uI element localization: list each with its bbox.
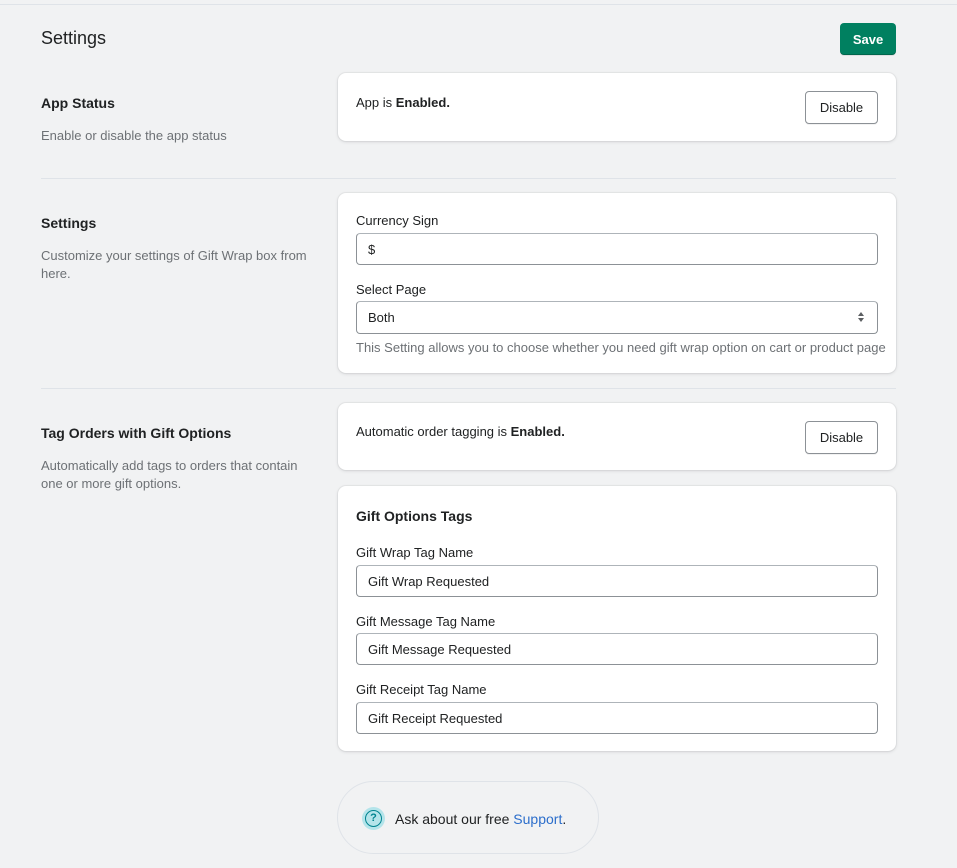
gift-message-tag-label: Gift Message Tag Name [356, 614, 496, 629]
settings-title: Settings [41, 215, 97, 231]
app-status-title: App Status [41, 95, 115, 111]
question-mark-glyph: ? [365, 810, 382, 827]
app-status-value: Enabled. [395, 95, 450, 110]
select-page-label: Select Page [356, 282, 427, 297]
order-tagging-card: Automatic order tagging is Enabled. Disa… [338, 403, 896, 470]
save-button[interactable]: Save [840, 23, 896, 55]
select-arrows-icon [858, 312, 864, 322]
section-divider [41, 178, 896, 179]
settings-description: Customize your settings of Gift Wrap box… [41, 248, 307, 281]
gift-receipt-tag-field[interactable] [356, 702, 878, 734]
tag-orders-title: Tag Orders with Gift Options [41, 425, 232, 441]
gift-options-tags-heading: Gift Options Tags [356, 508, 473, 524]
app-status-description: Enable or disable the app status [41, 128, 227, 143]
gift-wrap-tag-input[interactable] [368, 573, 866, 589]
gift-receipt-tag-input[interactable] [368, 710, 866, 726]
currency-sign-label: Currency Sign [356, 213, 439, 228]
app-status-prefix: App is [356, 95, 396, 110]
support-footer: ? Ask about our free Support. [337, 781, 599, 854]
support-text: Ask about our free Support. [395, 811, 566, 827]
question-circle-icon: ? [362, 807, 385, 830]
support-prefix: Ask about our free [395, 811, 514, 827]
select-page-dropdown[interactable]: Both [356, 301, 878, 334]
gift-wrap-tag-field[interactable] [356, 565, 878, 597]
settings-card: Currency Sign Select Page Both This Sett… [338, 193, 896, 373]
support-suffix: . [562, 811, 567, 827]
app-disable-button[interactable]: Disable [805, 91, 878, 124]
app-status-card: App is Enabled. Disable [338, 73, 896, 141]
gift-receipt-tag-label: Gift Receipt Tag Name [356, 682, 487, 697]
gift-wrap-tag-label: Gift Wrap Tag Name [356, 545, 474, 560]
tagging-disable-button[interactable]: Disable [805, 421, 878, 454]
gift-options-tags-card: Gift Options Tags Gift Wrap Tag Name Gif… [338, 486, 896, 751]
order-tagging-prefix: Automatic order tagging is [356, 424, 511, 439]
select-page-value: Both [368, 310, 395, 325]
currency-sign-input[interactable] [368, 241, 866, 257]
order-tagging-text: Automatic order tagging is Enabled. [356, 424, 565, 439]
support-link[interactable]: Support [513, 811, 562, 827]
tag-orders-description: Automatically add tags to orders that co… [41, 458, 298, 491]
order-tagging-value: Enabled. [510, 424, 565, 439]
app-status-text: App is Enabled. [356, 95, 450, 110]
currency-sign-field[interactable] [356, 233, 878, 265]
gift-message-tag-field[interactable] [356, 633, 878, 665]
page-title: Settings [41, 28, 107, 48]
top-rule [0, 4, 957, 5]
gift-message-tag-input[interactable] [368, 641, 866, 657]
select-page-help: This Setting allows you to choose whethe… [356, 340, 886, 355]
section-divider [41, 388, 896, 389]
